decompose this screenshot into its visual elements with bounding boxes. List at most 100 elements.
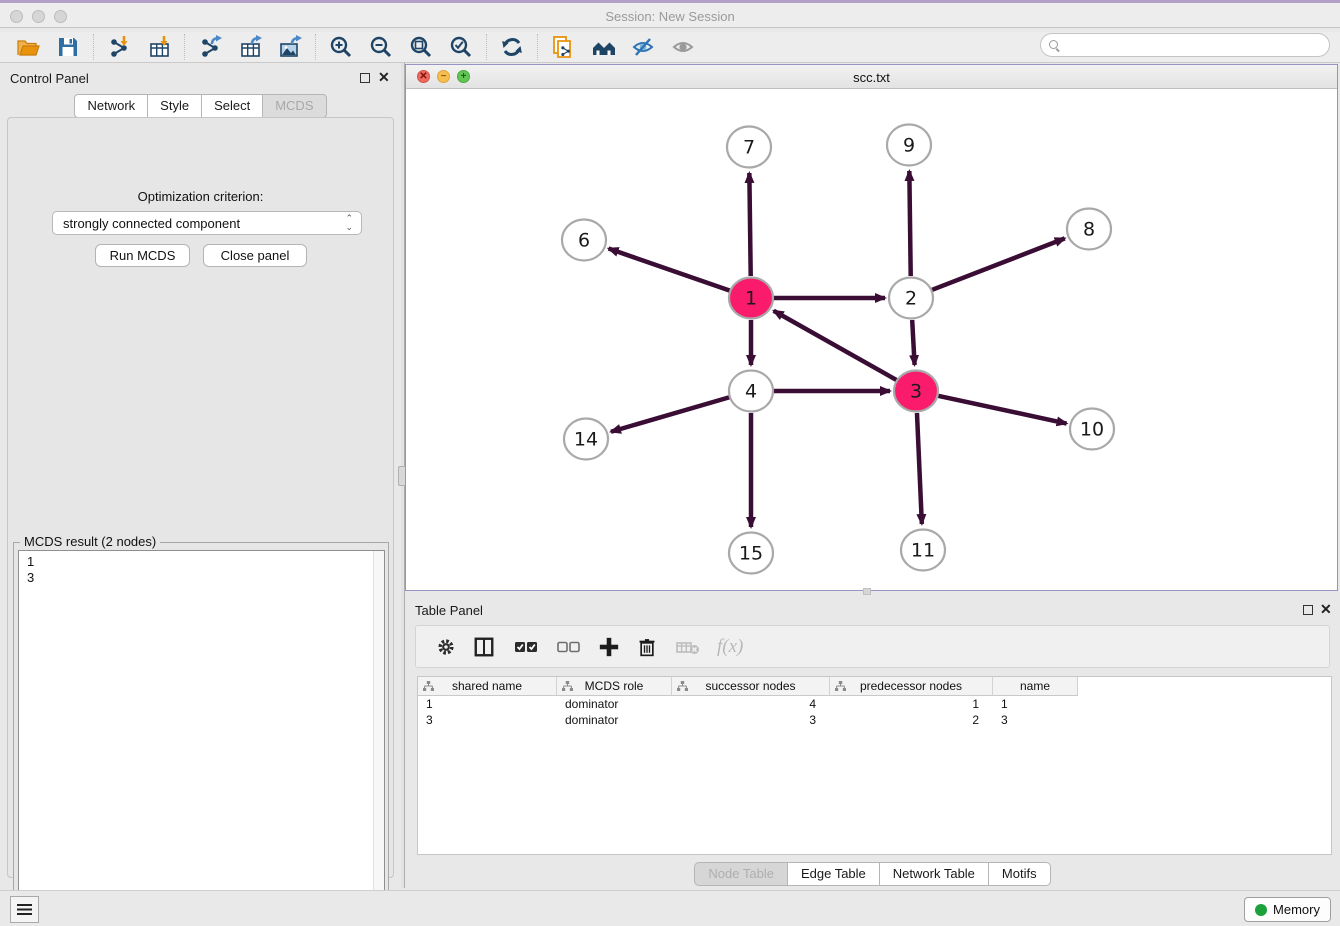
deselect-all-icon[interactable] — [555, 635, 581, 659]
chevron-updown-icon: ⌃⌄ — [345, 214, 353, 232]
mcds-result-list[interactable]: 13 — [18, 550, 385, 918]
table-cell[interactable]: 1 — [418, 696, 557, 712]
tab-select[interactable]: Select — [201, 94, 262, 118]
control-panel: Control Panel ✕ NetworkStyleSelectMCDS O… — [0, 63, 401, 888]
refresh-icon[interactable] — [492, 33, 532, 61]
zoom-selected-icon[interactable] — [441, 33, 481, 61]
add-icon[interactable] — [598, 635, 620, 659]
clone-network-icon[interactable] — [543, 33, 583, 61]
result-scrollbar[interactable] — [373, 551, 384, 917]
graph-node-label: 14 — [574, 429, 598, 451]
graph-node-11[interactable]: 11 — [901, 530, 945, 571]
column-header-successor-nodes[interactable]: successor nodes — [672, 677, 830, 696]
close-table-panel-icon[interactable]: ✕ — [1320, 602, 1332, 616]
horizontal-splitter-handle[interactable] — [863, 588, 871, 595]
graph-edge-3-1[interactable] — [774, 311, 897, 380]
close-panel-icon[interactable]: ✕ — [378, 70, 390, 84]
table-cell[interactable]: 3 — [672, 712, 830, 728]
show-all-icon[interactable] — [663, 33, 703, 61]
save-session-icon[interactable] — [48, 33, 88, 61]
network-titlebar[interactable]: ✕ − + scc.txt — [406, 65, 1337, 89]
hide-selected-icon[interactable] — [623, 33, 663, 61]
column-header-name[interactable]: name — [993, 677, 1078, 696]
graph-edge-1-7[interactable] — [749, 173, 750, 276]
graph-node-15[interactable]: 15 — [729, 533, 773, 574]
table-cell[interactable]: dominator — [557, 712, 672, 728]
graph-edge-2-3[interactable] — [912, 320, 914, 365]
column-header-predecessor-nodes[interactable]: predecessor nodes — [830, 677, 993, 696]
graph-edge-2-8[interactable] — [932, 238, 1065, 290]
graph-node-label: 8 — [1083, 219, 1095, 241]
float-panel-icon[interactable] — [360, 73, 370, 83]
import-table-icon[interactable] — [139, 33, 179, 61]
tab-motifs[interactable]: Motifs — [988, 862, 1051, 886]
delete-icon[interactable] — [637, 635, 657, 659]
graph-node-label: 10 — [1080, 419, 1104, 441]
control-panel-tabs: NetworkStyleSelectMCDS — [0, 94, 401, 118]
open-session-icon[interactable] — [8, 33, 48, 61]
graph-node-6[interactable]: 6 — [562, 220, 606, 261]
export-table-icon[interactable] — [230, 33, 270, 61]
graph-node-9[interactable]: 9 — [887, 125, 931, 166]
column-header-MCDS-role[interactable]: MCDS role — [557, 677, 672, 696]
graph-node-14[interactable]: 14 — [564, 419, 608, 460]
table-cell[interactable]: 4 — [672, 696, 830, 712]
toolbar-separator — [184, 34, 185, 60]
import-network-icon[interactable] — [99, 33, 139, 61]
graph-node-4[interactable]: 4 — [729, 371, 773, 412]
table-cell[interactable]: 1 — [993, 696, 1078, 712]
table-cell[interactable]: 3 — [418, 712, 557, 728]
table-cell[interactable]: 3 — [993, 712, 1078, 728]
graph-edge-3-10[interactable] — [938, 396, 1067, 424]
tab-network-table[interactable]: Network Table — [879, 862, 988, 886]
graph-edge-4-14[interactable] — [611, 397, 730, 432]
tab-mcds[interactable]: MCDS — [262, 94, 326, 118]
close-panel-button[interactable]: Close panel — [203, 244, 307, 267]
graph-node-1[interactable]: 1 — [729, 278, 773, 319]
graph-node-7[interactable]: 7 — [727, 127, 771, 168]
graph-node-label: 4 — [745, 381, 757, 403]
tab-node-table[interactable]: Node Table — [694, 862, 787, 886]
search-field[interactable] — [1040, 33, 1330, 57]
graph-node-2[interactable]: 2 — [889, 278, 933, 319]
graph-edge-2-9[interactable] — [909, 171, 910, 276]
export-network-icon[interactable] — [190, 33, 230, 61]
list-icon — [17, 904, 32, 915]
graph-node-10[interactable]: 10 — [1070, 409, 1114, 450]
tab-network[interactable]: Network — [74, 94, 147, 118]
optimization-label: Optimization criterion: — [8, 189, 393, 204]
network-canvas[interactable]: 7 9 6 8 1 2 4 3 14 10 15 11 — [406, 90, 1337, 590]
graph-node-label: 6 — [578, 230, 590, 252]
toolbar-separator — [537, 34, 538, 60]
zoom-in-icon[interactable] — [321, 33, 361, 61]
table-cell[interactable]: dominator — [557, 696, 672, 712]
gear-icon[interactable] — [436, 635, 456, 659]
memory-button[interactable]: Memory — [1244, 897, 1331, 922]
table-toolbar: f(x) — [415, 625, 1330, 668]
table-row[interactable]: 3dominator323 — [418, 712, 1331, 728]
tab-edge-table[interactable]: Edge Table — [787, 862, 879, 886]
export-image-icon[interactable] — [270, 33, 310, 61]
column-header-shared-name[interactable]: shared name — [418, 677, 557, 696]
window-title: Session: New Session — [0, 9, 1340, 24]
tab-style[interactable]: Style — [147, 94, 201, 118]
graph-node-8[interactable]: 8 — [1067, 209, 1111, 250]
zoom-out-icon[interactable] — [361, 33, 401, 61]
columns-icon[interactable] — [473, 635, 495, 659]
hierarchy-icon — [423, 681, 434, 695]
zoom-fit-icon[interactable] — [401, 33, 441, 61]
main-titlebar: Session: New Session — [0, 0, 1340, 28]
memory-status-icon — [1255, 904, 1267, 916]
graph-edge-1-6[interactable] — [609, 249, 731, 291]
table-cell[interactable]: 1 — [830, 696, 993, 712]
graph-node-3[interactable]: 3 — [894, 371, 938, 412]
select-all-icon[interactable] — [512, 635, 538, 659]
run-mcds-button[interactable]: Run MCDS — [95, 244, 190, 267]
optimization-dropdown[interactable]: strongly connected component ⌃⌄ — [52, 211, 362, 235]
float-table-panel-icon[interactable] — [1303, 605, 1313, 615]
table-row[interactable]: 1dominator411 — [418, 696, 1331, 712]
task-history-button[interactable] — [10, 896, 39, 923]
first-neighbors-icon[interactable] — [583, 33, 623, 61]
table-cell[interactable]: 2 — [830, 712, 993, 728]
graph-edge-3-11[interactable] — [917, 413, 922, 524]
